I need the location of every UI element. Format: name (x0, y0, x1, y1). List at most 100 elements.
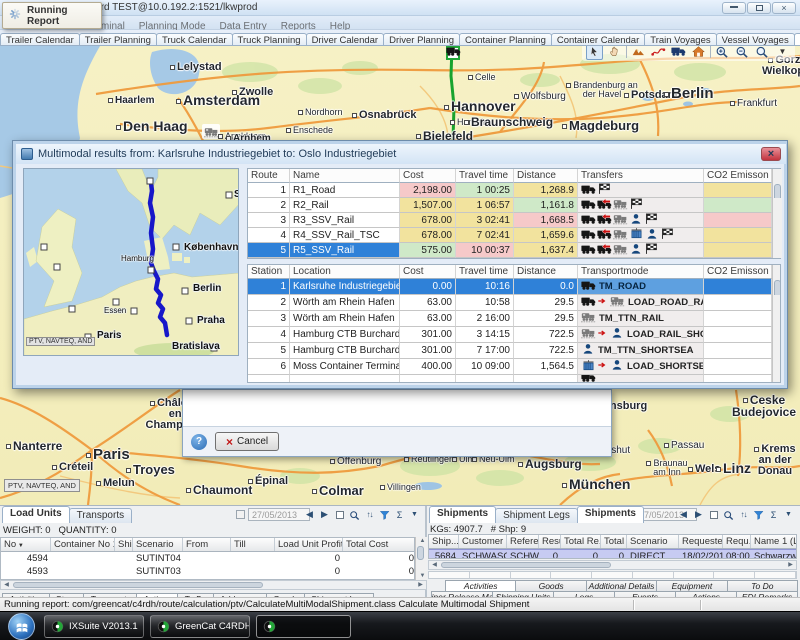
tab-driver-calendar[interactable]: Driver Calendar (306, 33, 385, 46)
help-button[interactable]: ? (191, 434, 207, 450)
terrain-icon[interactable] (630, 46, 647, 60)
station-row-3[interactable]: 3Wörth am Rhein Hafen63.002 16:0029.5TM_… (248, 311, 780, 327)
truck-icon[interactable] (670, 46, 687, 60)
table-scrollbar[interactable] (772, 169, 782, 183)
dialog-title-bar[interactable]: Multimodal results from: Karlsruhe Indus… (16, 144, 786, 164)
column-header-customer[interactable]: Customer (459, 535, 507, 548)
column-header-ship-[interactable]: Ship... (429, 535, 459, 548)
search-icon[interactable] (722, 508, 735, 521)
table-scrollbar[interactable] (772, 279, 781, 295)
table-scrollbar[interactable] (772, 228, 782, 243)
scroll-right-icon[interactable]: ▶ (415, 581, 426, 589)
sigma-icon[interactable]: Σ (393, 508, 406, 521)
tab-vessel-voyages[interactable]: Vessel Voyages (716, 33, 795, 46)
tab-train-voyages[interactable]: Train Voyages (644, 33, 716, 46)
tab-shipments[interactable]: Shipments (429, 506, 496, 523)
sort-icon[interactable]: ↑↓ (363, 508, 376, 521)
minimize-button[interactable] (722, 2, 746, 14)
scroll-left-icon[interactable]: ◀ (429, 561, 440, 569)
pan-hand-icon[interactable] (606, 46, 623, 60)
table-scrollbar[interactable] (772, 311, 781, 327)
column-header-from[interactable]: From (183, 538, 231, 551)
column-header-result[interactable]: Result (539, 535, 561, 548)
left-horizontal-scrollbar[interactable]: ◀ ▶ (0, 580, 427, 590)
start-button[interactable] (8, 613, 35, 640)
taskbar-item-3[interactable] (256, 615, 351, 638)
date-checkbox[interactable] (236, 510, 245, 519)
table-scrollbar[interactable] (772, 295, 781, 311)
cancel-button[interactable]: × Cancel (215, 432, 279, 451)
table-row[interactable]: 4593SUTINT0300 (1, 565, 414, 578)
column-header-shi-[interactable]: Shi... (115, 538, 133, 551)
column-header-load-unit-profit[interactable]: Load Unit Profit (275, 538, 343, 551)
sigma-icon[interactable]: Σ (767, 508, 780, 521)
tab-truck-planning[interactable]: Truck Planning (232, 33, 307, 46)
station-row-4[interactable]: 4Hamburg CTB Burchardkai301.003 14:15722… (248, 327, 780, 343)
route-row-3[interactable]: 3R3_SSV_Rail678.003 02:411,668.5 (248, 213, 780, 228)
prev-icon[interactable]: ◀ (303, 508, 316, 521)
column-header-container-no-1[interactable]: Container No 1 (51, 538, 115, 551)
column-header-scenario[interactable]: Scenario (627, 535, 679, 548)
tab-trailer-planning[interactable]: Trailer Planning (79, 33, 157, 46)
box-icon[interactable] (333, 508, 346, 521)
box-icon[interactable] (707, 508, 720, 521)
station-row-2[interactable]: 2Wörth am Rhein Hafen63.0010:5829.5LOAD_… (248, 295, 780, 311)
caret-down-icon[interactable]: ▼ (408, 508, 421, 521)
sort-icon[interactable]: ↑↓ (737, 508, 750, 521)
table-row[interactable]: 4594SUTINT0400 (1, 552, 414, 565)
station-row-5[interactable]: 5Hamburg CTB Burchardkai301.007 17:00722… (248, 343, 780, 359)
close-button[interactable]: × (772, 2, 796, 14)
column-header-scenario[interactable]: Scenario (133, 538, 183, 551)
dialog-close-button[interactable]: × (761, 147, 781, 161)
zoom-in-icon[interactable] (714, 46, 731, 60)
search-icon[interactable] (348, 508, 361, 521)
column-header-total-[interactable]: Total ... (601, 535, 627, 548)
scroll-left-icon[interactable]: ◀ (1, 581, 12, 589)
tab-load-units[interactable]: Load Units (2, 506, 70, 523)
scroll-right-icon[interactable]: ▶ (785, 561, 796, 569)
tab-shipments[interactable]: Shipments (577, 506, 644, 523)
column-header-total-re-[interactable]: Total Re... (561, 535, 601, 548)
taskbar-item-1[interactable]: IXSuite V2013.1 (44, 615, 144, 638)
zoom-out-icon[interactable] (734, 46, 751, 60)
right-horizontal-scrollbar[interactable]: ◀ ▶ (428, 560, 797, 570)
filter-funnel-icon[interactable] (378, 508, 391, 521)
tab-trailer-calendar[interactable]: Trailer Calendar (0, 33, 80, 46)
measure-route-icon[interactable] (650, 46, 667, 60)
tab-map[interactable]: Map (794, 33, 800, 46)
column-header-name-1-l[interactable]: Name 1 (L (751, 535, 797, 548)
tab-shipment-legs[interactable]: Shipment Legs (495, 508, 578, 523)
table-scrollbar[interactable] (772, 375, 780, 383)
column-header-till[interactable]: Till (231, 538, 275, 551)
table-scrollbar[interactable] (772, 198, 782, 213)
maximize-button[interactable] (747, 2, 771, 14)
magnifier-icon[interactable] (754, 46, 771, 60)
left-vertical-scrollbar[interactable]: ▲ ▼ (415, 537, 427, 580)
table-scrollbar[interactable] (772, 243, 782, 258)
column-header-requ-[interactable]: Requ... (723, 535, 751, 548)
tab-truck-calendar[interactable]: Truck Calendar (156, 33, 233, 46)
next-icon[interactable]: ▶ (692, 508, 705, 521)
select-cursor-icon[interactable] (586, 46, 603, 60)
table-scrollbar[interactable] (772, 359, 781, 375)
taskbar-item-2[interactable]: GreenCat C4RDH Pl... (150, 615, 250, 638)
table-scrollbar[interactable] (772, 343, 781, 359)
column-header-refere-[interactable]: Refere... (507, 535, 539, 548)
tab-container-calendar[interactable]: Container Calendar (551, 33, 645, 46)
column-header-total-cost[interactable]: Total Cost (343, 538, 415, 551)
table-scrollbar[interactable] (772, 183, 782, 198)
table-scrollbar[interactable] (772, 265, 781, 279)
home-icon[interactable] (690, 46, 707, 60)
next-icon[interactable]: ▶ (318, 508, 331, 521)
filter-funnel-icon[interactable] (752, 508, 765, 521)
date-field[interactable]: 27/05/2013 (248, 508, 310, 521)
table-scrollbar[interactable] (772, 327, 781, 343)
prev-icon[interactable]: ◀ (677, 508, 690, 521)
column-header-requested-[interactable]: Requested ... (679, 535, 723, 548)
table-scrollbar[interactable] (772, 213, 782, 228)
tab-driver-planning[interactable]: Driver Planning (383, 33, 460, 46)
route-row-2[interactable]: 2R2_Rail1,507.001 06:571,161.8 (248, 198, 780, 213)
tab-transports[interactable]: Transports (69, 508, 132, 523)
route-row-1[interactable]: 1R1_Road2,198.001 00:251,268.9 (248, 183, 780, 198)
route-row-5[interactable]: 5R5_SSV_Rail575.0010 00:371,637.4 (248, 243, 780, 258)
